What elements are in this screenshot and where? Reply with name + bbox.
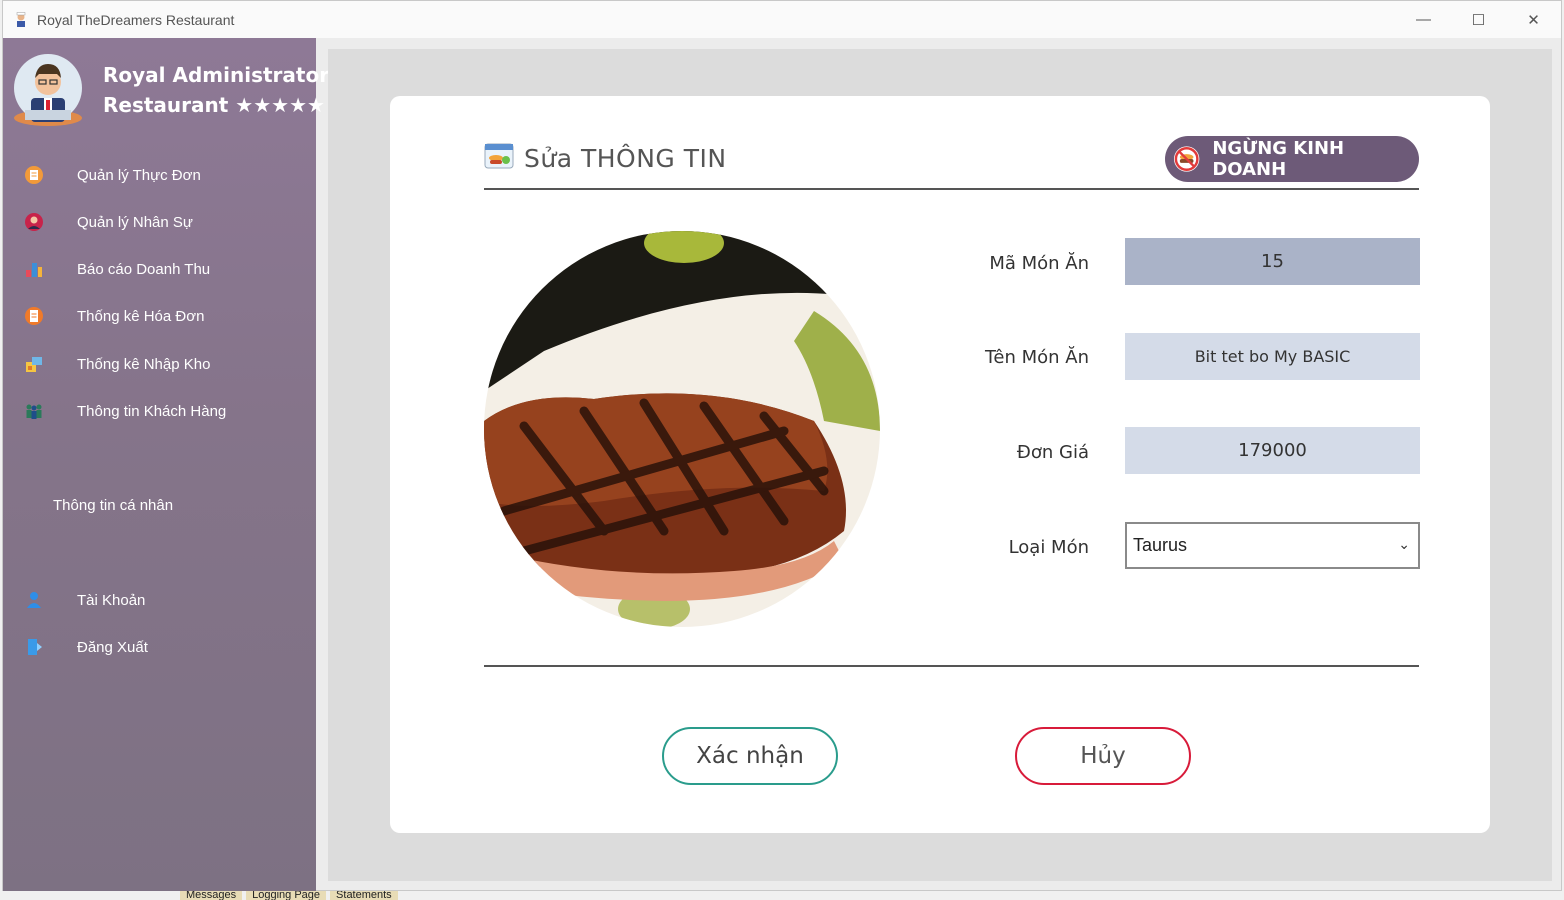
steak-image-icon: [484, 231, 880, 627]
stop-selling-label: NGỪNG KINH DOANH: [1212, 138, 1345, 180]
maximize-button[interactable]: ☐: [1451, 1, 1506, 38]
sidebar-item-staff-management[interactable]: Quản lý Nhân Sự: [23, 209, 193, 235]
brand-line-1: Royal Administrator: [103, 63, 330, 87]
dish-name-label: Tên Món Ăn: [984, 347, 1089, 368]
taskbar-tab-messages[interactable]: Messages: [180, 891, 243, 900]
dish-id-field: 15: [1125, 238, 1420, 285]
sidebar-item-label: Đăng Xuất: [77, 638, 148, 656]
sidebar-item-revenue-report[interactable]: Báo cáo Doanh Thu: [23, 256, 210, 282]
user-icon: [23, 589, 45, 611]
sidebar-item-menu-management[interactable]: Quản lý Thực Đơn: [23, 162, 201, 188]
edit-food-icon: [484, 143, 514, 169]
form-title: Sửa THÔNG TIN: [524, 144, 727, 173]
confirm-button[interactable]: Xác nhận: [662, 727, 838, 785]
sidebar-item-label: Thông tin Khách Hàng: [77, 402, 227, 420]
dish-photo[interactable]: [484, 231, 880, 627]
logout-icon: [23, 636, 45, 658]
sidebar-item-label: Quản lý Nhân Sự: [77, 213, 193, 231]
chevron-down-icon: ⌄: [1398, 536, 1410, 552]
background-taskbar: Messages Logging Page Statements: [180, 891, 398, 900]
taskbar-tab-logging[interactable]: Logging Page: [246, 891, 327, 900]
price-label: Đơn Giá: [1016, 442, 1089, 463]
sidebar-item-invoice-stats[interactable]: Thống kê Hóa Đơn: [23, 303, 204, 329]
cancel-button[interactable]: Hủy: [1015, 727, 1191, 785]
staff-icon: [23, 211, 45, 233]
sidebar-item-label: Tài Khoản: [77, 591, 146, 609]
dish-id-label: Mã Món Ăn: [989, 253, 1089, 274]
sidebar-item-label: Quản lý Thực Đơn: [77, 166, 201, 184]
taskbar-tab-statements[interactable]: Statements: [330, 891, 398, 900]
stop-selling-button[interactable]: NGỪNG KINH DOANH: [1165, 136, 1419, 182]
customers-icon: [23, 400, 45, 422]
admin-avatar-icon: [14, 54, 82, 126]
sidebar-item-label: Báo cáo Doanh Thu: [77, 260, 211, 278]
menu-icon: [23, 164, 45, 186]
form-header: Sửa THÔNG TIN NGỪNG KINH DOANH: [484, 136, 1419, 190]
warehouse-icon: [23, 353, 45, 375]
close-button[interactable]: ✕: [1506, 1, 1561, 38]
revenue-chart-icon: [23, 258, 45, 280]
chef-app-icon: [16, 11, 26, 27]
dish-name-field[interactable]: Bit tet bo My BASIC: [1125, 333, 1420, 380]
price-field[interactable]: 179000: [1125, 427, 1420, 474]
sidebar-item-label: Thống kê Nhập Kho: [77, 355, 211, 373]
dish-type-label: Loại Món: [1008, 537, 1089, 558]
no-food-icon: [1173, 146, 1200, 172]
brand-title: Royal Administrator Restaurant ★★★★★: [103, 60, 329, 120]
sidebar-item-account[interactable]: Tài Khoản: [23, 587, 145, 613]
invoice-icon: [23, 305, 45, 327]
main-content: Sửa THÔNG TIN NGỪNG KINH DOANH Mã Món Ăn…: [328, 49, 1552, 881]
sidebar-item-customer-info[interactable]: Thông tin Khách Hàng: [23, 398, 226, 424]
edit-dish-card: Sửa THÔNG TIN NGỪNG KINH DOANH Mã Món Ăn…: [390, 96, 1490, 833]
app-window: Royal TheDreamers Restaurant — ☐ ✕ Royal…: [2, 0, 1562, 891]
title-bar: Royal TheDreamers Restaurant — ☐ ✕: [3, 1, 1561, 38]
dish-type-select[interactable]: Taurus ⌄: [1125, 522, 1420, 569]
window-controls: — ☐ ✕: [1396, 1, 1561, 38]
sidebar: Royal Administrator Restaurant ★★★★★ Quả…: [3, 38, 329, 891]
minimize-button[interactable]: —: [1396, 1, 1451, 38]
dish-type-value: Taurus: [1133, 535, 1188, 555]
sidebar-item-label: Thống kê Hóa Đơn: [77, 307, 205, 325]
window-title: Royal TheDreamers Restaurant: [37, 11, 235, 28]
form-divider: [484, 665, 1419, 667]
brand-line-2: Restaurant ★★★★★: [103, 93, 325, 117]
sidebar-item-warehouse-stats[interactable]: Thống kê Nhập Kho: [23, 351, 210, 377]
personal-info-heading: Thông tin cá nhân: [53, 497, 174, 514]
sidebar-item-logout[interactable]: Đăng Xuất: [23, 634, 148, 660]
